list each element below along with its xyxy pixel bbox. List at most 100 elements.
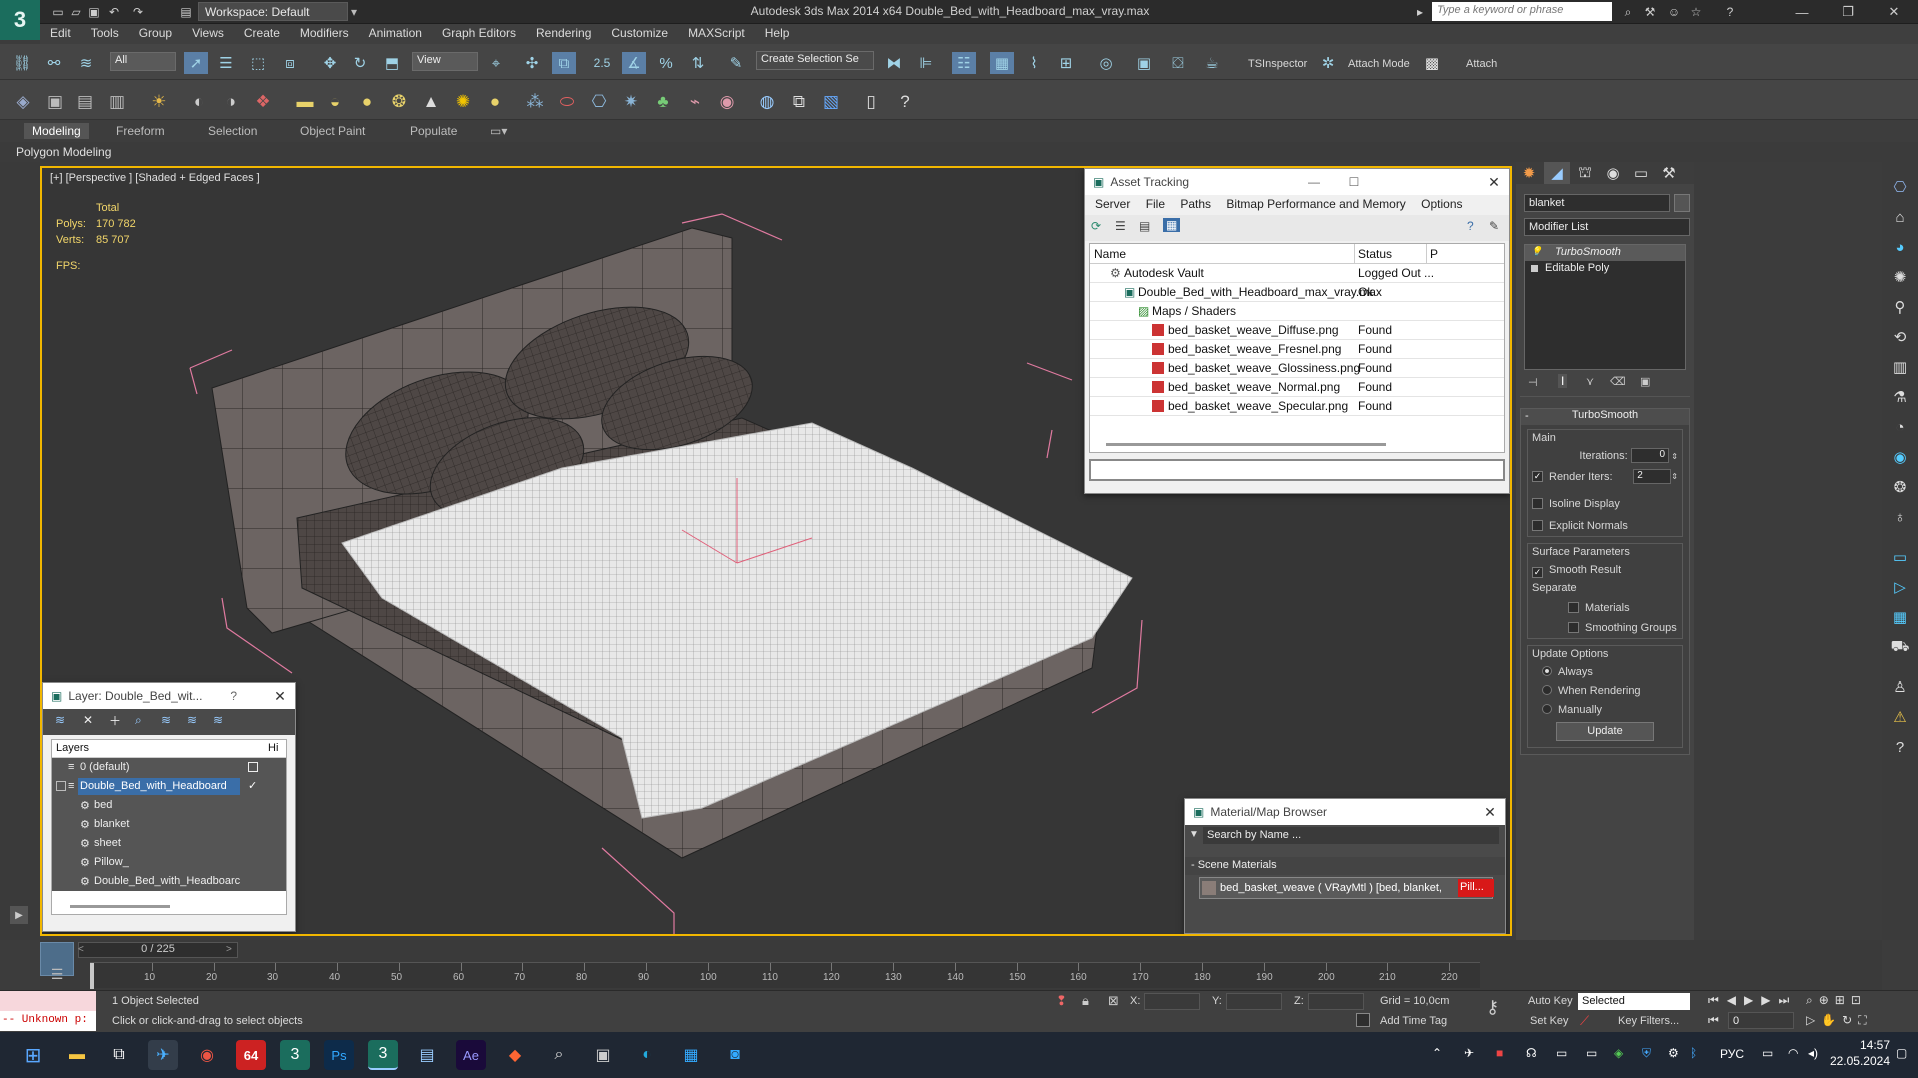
menu-server[interactable]: Server [1095,197,1130,211]
photoshop-icon[interactable]: Ps [324,1040,354,1070]
col-status-header[interactable]: Status [1358,247,1392,261]
key-filters-button[interactable]: Key Filters... [1618,1015,1679,1027]
play-tool-icon[interactable]: ▷ [1887,576,1913,598]
star-icon[interactable]: ☆ [1686,3,1706,21]
configure-sets-icon[interactable]: ▣ [1640,375,1650,388]
modify-tab-icon[interactable]: ◢ [1544,162,1570,184]
layer-titlebar[interactable]: ▣ Layer: Double_Bed_wit... ? ✕ [43,683,295,709]
render-iters-checkbox[interactable]: ✓ [1532,471,1543,483]
goto-start-icon[interactable]: ⏮ [1708,1013,1719,1028]
time-slider[interactable]: 0 / 225 [78,942,238,958]
asset-tracking-titlebar[interactable]: ▣ Asset Tracking — ☐ ✕ [1085,169,1509,195]
checker-icon[interactable]: ▩ [1420,52,1444,74]
transform-mode-icon[interactable]: ⊠ [1108,993,1119,1009]
menu-rendering[interactable]: Rendering [526,24,601,42]
freeze-all-icon[interactable]: ≋ [213,713,223,727]
ball-icon[interactable]: ◉ [714,90,740,114]
smooth-result-checkbox[interactable]: ✓ [1532,567,1543,579]
notification-icon[interactable]: ▢ [1896,1046,1907,1060]
col-layers-header[interactable]: Layers [56,742,89,754]
menu-tools[interactable]: Tools [81,24,129,42]
layer-stack-icon[interactable]: ≋ [55,713,65,727]
perspective-viewport[interactable]: [+] [Perspective ] [Shaded + Edged Faces… [40,166,1512,936]
grid-tool-icon[interactable]: ▦ [1887,606,1913,628]
horizontal-scrollbar[interactable] [1106,443,1386,446]
binoculars-icon[interactable]: ⌕ [1618,3,1638,21]
explicit-normals-checkbox[interactable] [1532,520,1543,532]
chrome-icon[interactable]: ◉ [192,1040,222,1070]
clock-time[interactable]: 14:57 [1844,1038,1890,1052]
link-icon[interactable]: ⛓ [10,52,34,74]
current-frame-field[interactable]: 0 [1728,1012,1794,1029]
chevron-down-icon[interactable]: ▼ [1189,829,1199,840]
isoline-display-checkbox[interactable] [1532,498,1543,510]
chevron-down-icon[interactable]: ▾ [344,3,364,21]
y-coord-field[interactable] [1226,993,1282,1010]
telegram-icon[interactable]: ✈ [148,1040,178,1070]
display-tab-icon[interactable]: ▭ [1628,162,1654,184]
hair-icon[interactable]: ⌁ [682,90,708,114]
menu-maxscript[interactable]: MAXScript [678,24,755,42]
attach-mode-label[interactable]: Attach Mode [1348,58,1410,70]
scene-materials-header[interactable]: - Scene Materials [1185,857,1505,875]
when-rendering-radio[interactable] [1542,685,1552,696]
list-item[interactable]: ⚙ bed [52,796,286,815]
plant-icon[interactable]: ♣ [650,90,676,114]
menu-bitmap-performance[interactable]: Bitmap Performance and Memory [1226,197,1405,211]
materials-checkbox[interactable] [1568,602,1579,614]
col-name-header[interactable]: Name [1094,247,1126,261]
remove-modifier-icon[interactable]: ⌫ [1610,375,1626,388]
save-app-icon[interactable]: ▣ [588,1040,618,1070]
refresh-icon[interactable]: ⟳ [1091,219,1101,233]
frame-buffer-icon[interactable]: ▤ [72,90,98,114]
viewport-nav-controls-2[interactable]: ▷✋↻⛶ [1806,1013,1873,1028]
notepad-icon[interactable]: ▤ [412,1040,442,1070]
schematic-view-icon[interactable]: ⊞ [1054,52,1078,74]
projection-icon[interactable]: ⌂ [1887,206,1913,228]
snap-toggle-icon[interactable]: 2.5 [590,52,614,74]
tray-headset-icon[interactable]: ☊ [1526,1046,1537,1060]
task-view-icon[interactable]: ⧉ [104,1040,134,1070]
window-crossing-icon[interactable]: ⧈ [278,52,302,74]
select-manipulate-icon[interactable]: ✣ [520,52,544,74]
spinner-arrows-icon[interactable]: ⇕ [1669,452,1678,461]
list-item[interactable]: ⚙ Pillow_ [52,853,286,872]
tray-telegram-icon[interactable]: ✈ [1464,1046,1474,1060]
select-layer-icon[interactable]: ⌕ [135,713,142,728]
menu-views[interactable]: Views [182,24,234,42]
minimize-icon[interactable]: — [1780,0,1824,24]
curve-editor-icon[interactable]: ⌇ [1022,52,1046,74]
list-view-icon[interactable]: ☰ [1115,219,1126,233]
render-iters-spinner[interactable]: 2 [1633,469,1672,485]
add-layer-icon[interactable]: ＋ [109,712,121,729]
proxy-icon[interactable]: ❖ [250,90,276,114]
unlink-icon[interactable]: ⚯ [42,52,66,74]
menu-customize[interactable]: Customize [601,24,678,42]
table-row[interactable]: bed_basket_weave_Normal.png Found [1090,378,1504,397]
menu-paths[interactable]: Paths [1180,197,1211,211]
expand-toggle[interactable] [56,781,66,791]
physical-camera-icon[interactable]: ⎔ [586,90,612,114]
vfb-icon[interactable]: ▯ [858,90,884,114]
redo-icon[interactable]: ↷ [128,3,148,21]
menu-animation[interactable]: Animation [359,24,432,42]
ribbon-options-icon[interactable]: ▭▾ [482,123,515,139]
grid-view-icon[interactable]: ▦ [1163,218,1181,232]
tsinspector-label[interactable]: TSInspector [1248,58,1307,70]
light-bulb-icon[interactable]: ◕ [1887,236,1913,258]
menu-group[interactable]: Group [129,24,182,42]
person-icon[interactable]: ☺ [1664,3,1684,21]
move-icon[interactable]: ✥ [318,52,342,74]
ribbon-toggle-icon[interactable]: ▦ [990,52,1014,74]
track-view-icon[interactable]: ☰ [40,966,74,990]
windows-start-icon[interactable]: ⊞ [18,1040,48,1070]
brave-icon[interactable]: ◆ [500,1040,530,1070]
tray-nvidia-icon[interactable]: ◈ [1614,1046,1623,1060]
make-unique-icon[interactable]: ⋎ [1586,375,1594,388]
fur-icon[interactable]: ⁂ [522,90,548,114]
maxscript-input[interactable]: -- Unknown p: [0,1011,96,1031]
close-icon[interactable]: ✕ [1475,804,1505,821]
menu-options[interactable]: Options [1421,197,1462,211]
render-setup-icon[interactable]: ▣ [1132,52,1156,74]
help-icon[interactable]: ? [892,90,918,114]
